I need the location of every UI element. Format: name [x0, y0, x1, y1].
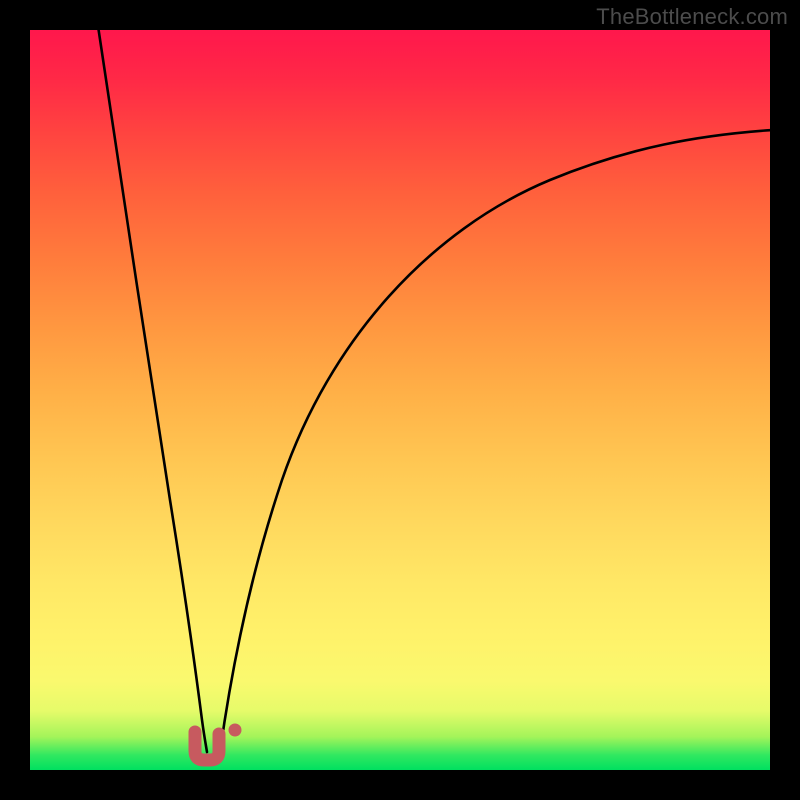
watermark-text: TheBottleneck.com [596, 4, 788, 30]
plot-area [30, 30, 770, 770]
right-ascending-curve [220, 130, 770, 752]
left-descending-curve [98, 30, 207, 752]
side-dot-marker [229, 724, 242, 737]
chart-frame: TheBottleneck.com [0, 0, 800, 800]
curves-layer [30, 30, 770, 770]
